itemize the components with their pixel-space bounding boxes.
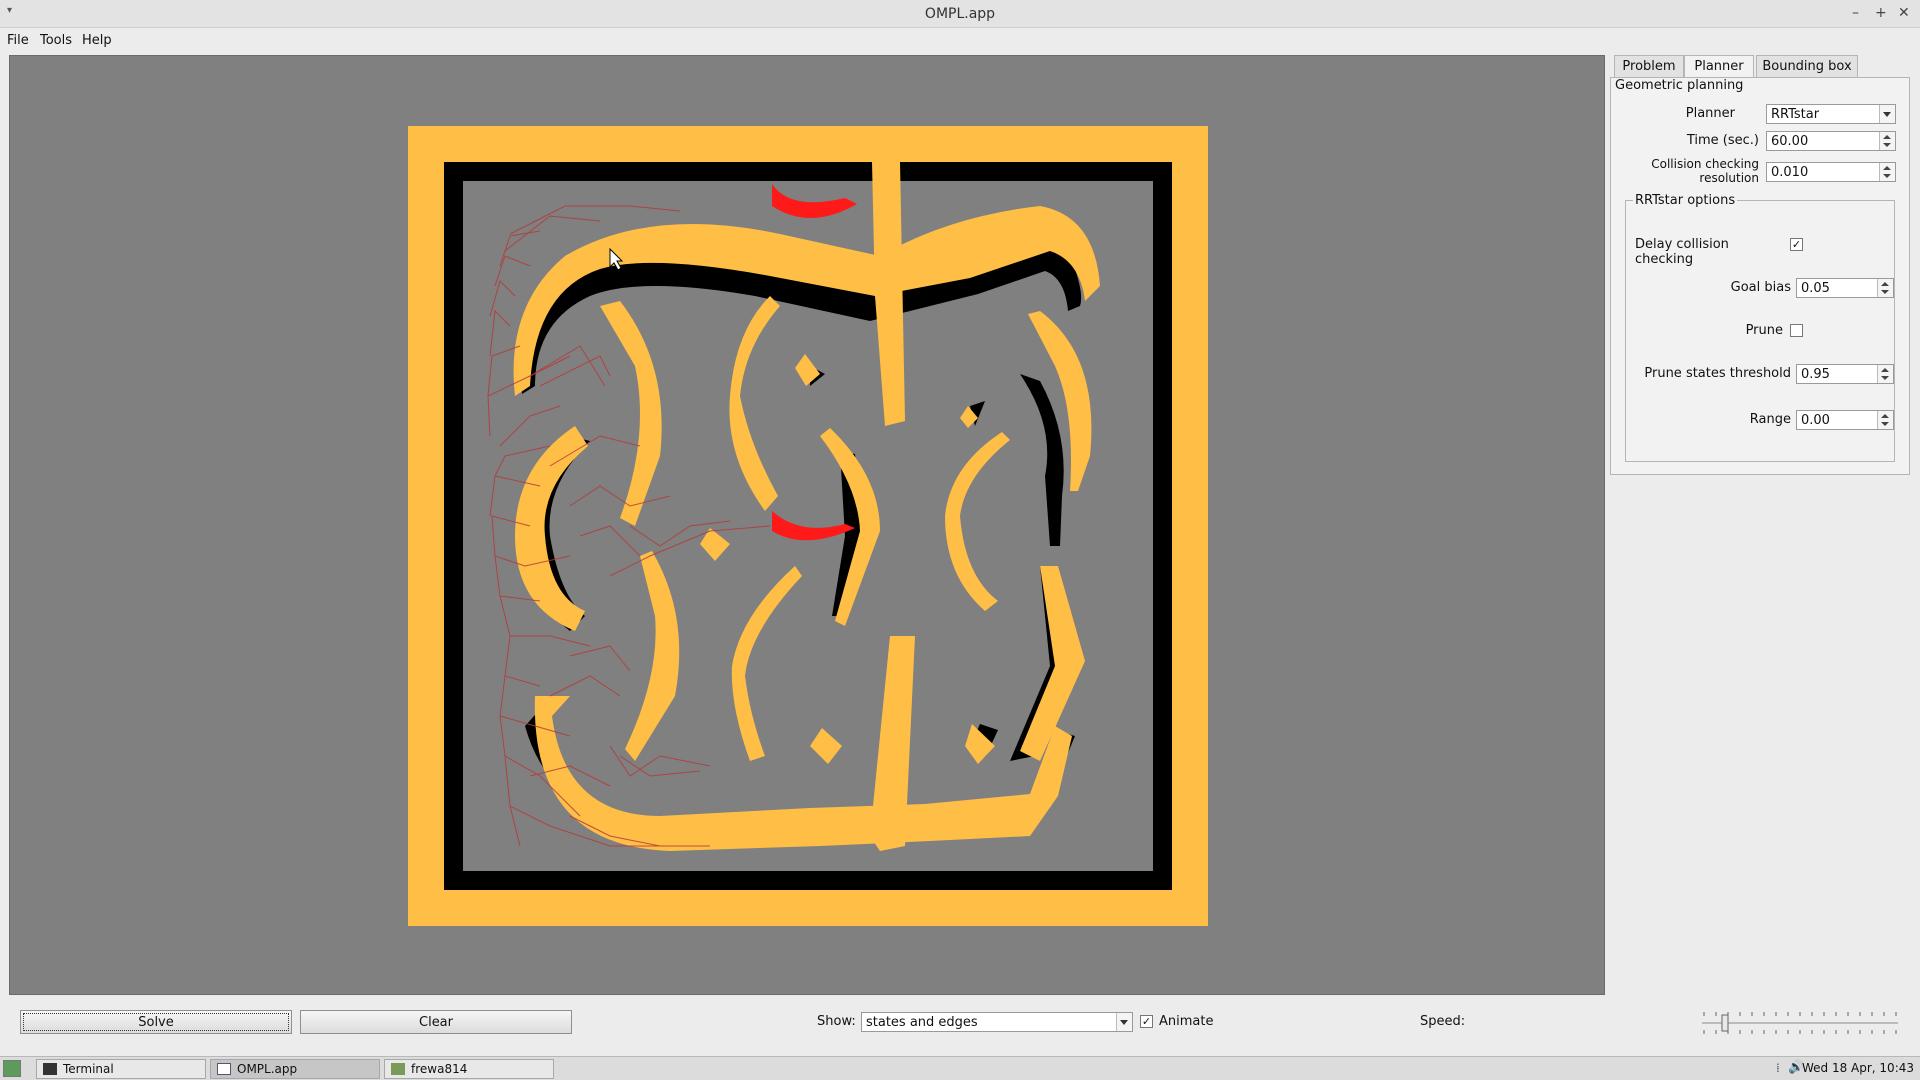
- taskbar-item-label: OMPL.app: [237, 1062, 298, 1076]
- time-value: 60.00: [1771, 134, 1809, 149]
- animate-label: Animate: [1159, 1014, 1214, 1029]
- close-button[interactable]: ✕: [1898, 5, 1910, 21]
- goal-bias-value: 0.05: [1801, 281, 1830, 296]
- planner-label: Planner: [1685, 106, 1735, 121]
- planner-tab-content: Geometric planning Planner RRTstar Time …: [1610, 77, 1910, 475]
- animate-checkbox[interactable]: ✓: [1140, 1015, 1153, 1028]
- minimize-button[interactable]: –: [1852, 5, 1859, 21]
- delay-collision-checkbox[interactable]: ✓: [1790, 238, 1803, 251]
- ccr-label-line2: resolution: [1699, 171, 1759, 185]
- planner-select-value: RRTstar: [1771, 107, 1820, 122]
- menu-file[interactable]: File: [7, 33, 29, 48]
- solve-button[interactable]: Solve: [20, 1010, 292, 1034]
- prune-label: Prune: [1745, 323, 1783, 338]
- taskbar-item-terminal[interactable]: Terminal: [36, 1059, 206, 1079]
- maze-scene: [408, 126, 1208, 926]
- time-spinbox[interactable]: 60.00: [1766, 131, 1896, 151]
- show-select-value: states and edges: [866, 1015, 978, 1030]
- window-title: OMPL.app: [924, 6, 996, 22]
- goal-bias-stepper[interactable]: [1877, 279, 1893, 297]
- speed-slider[interactable]: [1702, 1008, 1900, 1038]
- clear-button[interactable]: Clear: [300, 1010, 572, 1034]
- planner-settings-panel: Problem Planner Bounding box Geometric p…: [1610, 55, 1910, 475]
- collision-resolution-value: 0.010: [1771, 165, 1809, 180]
- clock[interactable]: Wed 18 Apr, 10:43: [1802, 1061, 1914, 1075]
- slider-handle: [1721, 1014, 1729, 1032]
- tab-planner[interactable]: Planner: [1684, 55, 1754, 78]
- tab-bounding-box[interactable]: Bounding box: [1756, 55, 1858, 77]
- taskbar-item-label: Terminal: [63, 1062, 114, 1076]
- menu-help[interactable]: Help: [82, 33, 112, 48]
- range-label: Range: [1749, 412, 1791, 427]
- goal-bias-label: Goal bias: [1730, 280, 1791, 295]
- goal-bias-spinbox[interactable]: 0.05: [1796, 278, 1894, 298]
- scene-viewport[interactable]: [9, 55, 1605, 995]
- collision-resolution-spinbox[interactable]: 0.010: [1766, 162, 1896, 182]
- rrtstar-options-title: RRTstar options: [1633, 193, 1738, 208]
- taskbar-item-label: frewa814: [411, 1062, 468, 1076]
- prune-checkbox[interactable]: [1790, 324, 1803, 337]
- range-stepper[interactable]: [1877, 411, 1893, 429]
- ccr-label-line1: Collision checking: [1651, 157, 1759, 171]
- time-stepper[interactable]: [1879, 132, 1895, 150]
- prune-threshold-label: Prune states threshold: [1644, 366, 1791, 381]
- range-value: 0.00: [1801, 413, 1830, 428]
- range-spinbox[interactable]: 0.00: [1796, 410, 1894, 430]
- time-label: Time (sec.): [1686, 133, 1759, 148]
- chevron-down-icon[interactable]: [1879, 105, 1895, 123]
- collision-resolution-stepper[interactable]: [1879, 163, 1895, 181]
- chevron-down-icon[interactable]: [1116, 1013, 1132, 1031]
- group-title-geometric: Geometric planning: [1615, 78, 1744, 93]
- taskbar-item-frewa814[interactable]: frewa814: [384, 1059, 554, 1079]
- taskbar: Terminal OMPL.app frewa814 ⁞ 🔊 Wed 18 Ap…: [0, 1056, 1920, 1080]
- folder-icon: [391, 1063, 405, 1075]
- prune-threshold-spinbox[interactable]: 0.95: [1796, 364, 1894, 384]
- speed-label: Speed:: [1420, 1014, 1466, 1029]
- delay-collision-label: Delay collision checking: [1635, 237, 1729, 267]
- maximize-button[interactable]: +: [1875, 5, 1887, 21]
- terminal-icon: [43, 1063, 57, 1075]
- show-select[interactable]: states and edges: [861, 1012, 1133, 1032]
- show-label: Show:: [817, 1014, 856, 1029]
- window-icon: [217, 1063, 231, 1075]
- title-bar: ▾ OMPL.app – + ✕: [0, 0, 1920, 28]
- menu-bar: File Tools Help: [0, 28, 1920, 52]
- menu-tools[interactable]: Tools: [40, 33, 72, 48]
- taskbar-item-omplapp[interactable]: OMPL.app: [210, 1059, 380, 1079]
- prune-threshold-value: 0.95: [1801, 367, 1830, 382]
- tab-problem[interactable]: Problem: [1614, 55, 1684, 77]
- tray-handle-icon: ⁞: [1776, 1061, 1780, 1075]
- prune-threshold-stepper[interactable]: [1877, 365, 1893, 383]
- planner-select[interactable]: RRTstar: [1766, 104, 1896, 124]
- start-menu-icon[interactable]: [3, 1060, 21, 1077]
